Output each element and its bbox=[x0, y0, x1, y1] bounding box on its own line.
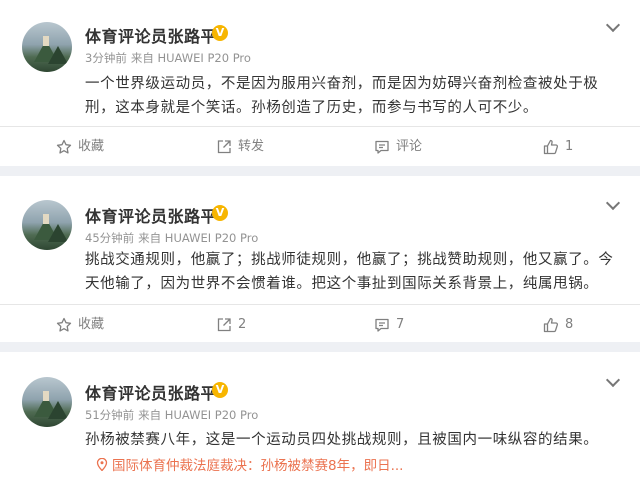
article-link-text: 国际体育仲裁法庭裁决：孙杨被禁赛8年，即日... bbox=[112, 458, 404, 474]
chevron-down-icon[interactable] bbox=[605, 372, 621, 388]
repost-icon bbox=[217, 140, 231, 154]
weibo-post: 体育评论员张路平 V 51分钟前 来自 HUAWEI P20 Pro 孙杨被禁赛八… bbox=[0, 352, 640, 477]
avatar[interactable] bbox=[22, 22, 72, 72]
repost-icon bbox=[217, 318, 231, 332]
like-icon bbox=[543, 139, 559, 155]
comment-count: 7 bbox=[396, 317, 405, 332]
avatar[interactable] bbox=[22, 200, 72, 250]
post-text: 挑战交通规则，他赢了；挑战师徒规则，他赢了；挑战赞助规则，他又赢了。今天他输了，… bbox=[85, 252, 614, 292]
repost-button[interactable]: 2 bbox=[216, 305, 296, 345]
post-time[interactable]: 3分钟前 bbox=[85, 51, 127, 65]
verified-badge-icon: V bbox=[212, 205, 228, 221]
favorite-button[interactable]: 收藏 bbox=[56, 305, 136, 345]
star-icon bbox=[56, 139, 72, 154]
favorite-label: 收藏 bbox=[78, 317, 105, 332]
repost-label: 转发 bbox=[238, 139, 265, 154]
post-source: 来自 HUAWEI P20 Pro bbox=[138, 408, 259, 422]
verified-badge-icon: V bbox=[212, 25, 228, 41]
avatar[interactable] bbox=[22, 377, 72, 427]
repost-button[interactable]: 转发 bbox=[216, 127, 296, 167]
comment-label: 评论 bbox=[396, 139, 423, 154]
chevron-down-icon[interactable] bbox=[605, 17, 621, 33]
post-time[interactable]: 45分钟前 bbox=[85, 231, 134, 245]
action-bar: 收藏 2 7 8 bbox=[0, 304, 640, 345]
post-meta: 51分钟前 来自 HUAWEI P20 Pro bbox=[85, 407, 258, 423]
post-text: 一个世界级运动员，不是因为服用兴奋剂，而是因为妨碍兴奋剂检查被处于极刑，这本身就… bbox=[85, 76, 599, 116]
author-name[interactable]: 体育评论员张路平 bbox=[85, 203, 217, 227]
like-button[interactable]: 8 bbox=[543, 305, 603, 345]
star-icon bbox=[56, 317, 72, 332]
comment-button[interactable]: 评论 bbox=[374, 127, 454, 167]
comment-icon bbox=[375, 318, 389, 332]
verified-badge-icon: V bbox=[212, 382, 228, 398]
author-name[interactable]: 体育评论员张路平 bbox=[85, 23, 217, 47]
post-source: 来自 HUAWEI P20 Pro bbox=[130, 51, 251, 65]
comment-icon bbox=[375, 140, 389, 154]
author-name[interactable]: 体育评论员张路平 bbox=[85, 380, 217, 404]
post-meta: 45分钟前 来自 HUAWEI P20 Pro bbox=[85, 230, 258, 246]
post-time[interactable]: 51分钟前 bbox=[85, 408, 134, 422]
weibo-post: 体育评论员张路平 V 45分钟前 来自 HUAWEI P20 Pro 挑战交通规则… bbox=[0, 176, 640, 342]
repost-count: 2 bbox=[238, 317, 247, 332]
favorite-label: 收藏 bbox=[78, 139, 105, 154]
article-link[interactable]: 国际体育仲裁法庭裁决：孙杨被禁赛8年，即日... bbox=[96, 454, 403, 474]
like-button[interactable]: 1 bbox=[543, 127, 603, 167]
post-source: 来自 HUAWEI P20 Pro bbox=[138, 231, 259, 245]
weibo-post: 体育评论员张路平 V 3分钟前 来自 HUAWEI P20 Pro 一个世界级运动… bbox=[0, 0, 640, 166]
like-count: 8 bbox=[565, 317, 574, 332]
like-count: 1 bbox=[565, 139, 574, 154]
post-text: 孙杨被禁赛八年，这是一个运动员四处挑战规则，且被国内一味纵容的结果。 bbox=[85, 432, 599, 448]
comment-button[interactable]: 7 bbox=[374, 305, 454, 345]
like-icon bbox=[543, 317, 559, 333]
action-bar: 收藏 转发 评论 1 bbox=[0, 126, 640, 167]
chevron-down-icon[interactable] bbox=[605, 195, 621, 211]
post-meta: 3分钟前 来自 HUAWEI P20 Pro bbox=[85, 50, 251, 66]
favorite-button[interactable]: 收藏 bbox=[56, 127, 136, 167]
location-pin-icon bbox=[96, 457, 108, 472]
